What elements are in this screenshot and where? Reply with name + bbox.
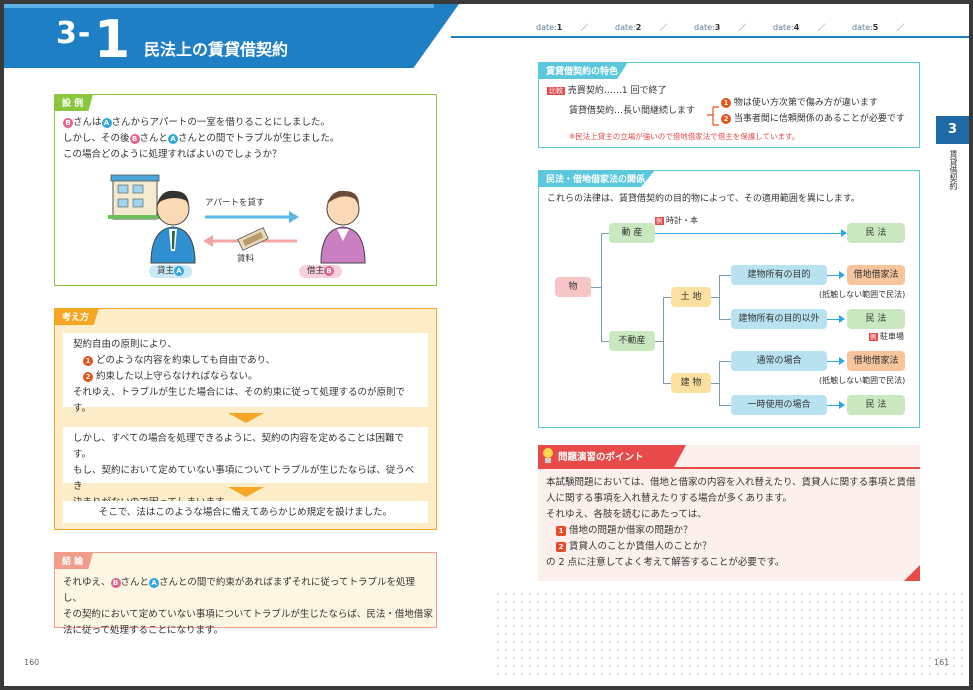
features-note: ※民法上貸主の立場が強いので借地借家法で借主を保護しています。 [569,132,800,141]
note-conflict-building: (抵触しない範囲で民法) [819,376,906,385]
date-item[interactable]: date:5 ／ [852,22,931,33]
points-text: 本試験問題においては、借地と借家の内容を入れ替えたり、賃貸人に関する事項と賃借 … [546,477,916,568]
node-building-notown: 建物所有の目的以外 [731,309,827,329]
money-icon [237,227,269,251]
example-text: B さんは A さんからアパートの一室を借りることにしました。 しかし、その後 B さんと… [63,117,340,160]
tenant-label: 借主 B [299,265,343,278]
date-item[interactable]: date:3 ／ [694,22,773,33]
date-item[interactable]: date:2 ／ [615,22,694,33]
node-temporary: 一時使用の場合 [731,395,827,415]
node-dosan: 動 産 [609,223,655,243]
circle-b-icon: B [63,118,73,128]
page-title: 民法上の賃貸借契約 [144,40,289,59]
chapter-prefix: 3- [56,16,92,51]
date-item[interactable]: date:4 ／ [773,22,852,33]
thinking-tag: 考え方 [54,308,100,325]
node-minpo-building: 民 法 [847,395,905,415]
date-checklist: date:1 ／ date:2 ／ date:3 ／ date:4 ／ date:5 ／ [536,22,931,33]
thinking-box: 考え方 契約自由の原則により、 1 どのような内容を約束しても自由であり、 2 … [54,308,437,530]
dot-pattern [494,590,964,680]
circle-b-icon: B [129,134,140,144]
node-shakuchi-building: 借地借家法 [847,351,905,371]
date-item[interactable]: date:1 ／ [536,22,615,33]
example-dosan: 例 時計・本 [655,216,699,225]
lease-line: 賃貸借契約…長い間継続します [569,106,696,116]
node-tochi: 土 地 [671,287,711,307]
features-tag: 賃貸借契約の特色 [538,62,629,79]
points-box: 問題演習のポイント 本試験問題においては、借地と借家の内容を入れ替えたり、賃貸人… [538,445,920,581]
relation-box: 民法・借地借家法の関係 これらの法律は、賃貸借契約の目的物によって、その適用範囲… [538,170,920,428]
thinking-para-3: そこで、法はこのような場合に備えてあらかじめ規定を設けました。 [63,501,428,523]
lend-label: アパートを貸す [205,198,265,208]
node-tatemono: 建 物 [671,373,711,393]
node-minpo-dosan: 民 法 [847,223,905,243]
conclusion-box: 結 論 それゆえ、 B さんと A さんとの間で約束があればまずそれに従ってトラブルを処… [54,552,437,636]
landlord-figure-icon [150,190,196,264]
thinking-para-1: 契約自由の原則により、 1 どのような内容を約束しても自由であり、 2 約束した… [63,333,428,414]
relation-intro: これらの法律は、賃貸借契約の目的物によって、その適用範囲を異にします。 [547,194,860,204]
sale-line: 比較 売買契約……1 回で終了 [547,86,667,96]
example-tag: 設 例 [54,94,94,111]
points-tag: 問題演習のポイント [558,452,644,463]
page-number-right: 161 [934,658,950,667]
features-box: 賃貸借契約の特色 比較 売買契約……1 回で終了 賃貸借契約…長い間継続します … [538,62,920,148]
bracket-icon [707,106,719,126]
apartment-building-icon [108,174,162,220]
header-accent [4,4,434,8]
page-number-left: 160 [24,658,40,667]
feature-point-2: 2 当事者間に信頼関係のあることが必要です [721,111,905,127]
chapter-side-tab[interactable]: 3 [936,116,969,144]
tenant-figure-icon [320,190,366,264]
circle-a-icon: A [101,118,112,128]
rent-label: 賃料 [237,254,255,264]
book-spread: 3- 1 民法上の賃貸借契約 date:1 ／ date:2 ／ date:3 ／ d… [4,4,969,686]
node-shakuchi-land: 借地借家法 [847,265,905,285]
node-mono: 物 [555,277,591,297]
chapter-number: 1 [94,10,131,70]
circle-a-icon: A [168,134,179,144]
feature-point-1: 1 物は使い方次第で傷み方が違います [721,95,878,111]
example-box: 設 例 B さんは A さんからアパートの一室を借りることにしました。 しかし、その後… [54,94,437,286]
node-building-own: 建物所有の目的 [731,265,827,285]
node-minpo-land: 民 法 [847,309,905,329]
note-conflict-land: (抵触しない範囲で民法) [819,290,906,299]
landlord-label: 貸主 A [149,265,193,278]
conclusion-tag: 結 論 [54,552,94,569]
conclusion-text: それゆえ、 B さんと A さんとの間で約束があればまずそれに従ってトラブルを処理し、 … [63,577,433,636]
example-park: 例 駐車場 [869,332,905,341]
chapter-side-label: 賃貸借契約 [949,150,958,190]
lightbulb-icon [543,448,553,463]
thinking-para-2: しかし、すべての場合を処理できるように、契約の内容を定めることは困難です。 もし… [63,427,428,508]
flow-arrow-icon [228,413,264,423]
flow-arrow-icon [228,487,264,497]
node-fudosan: 不動産 [609,331,655,351]
relation-tag: 民法・借地借家法の関係 [538,170,656,187]
node-normal: 通常の場合 [731,351,827,371]
